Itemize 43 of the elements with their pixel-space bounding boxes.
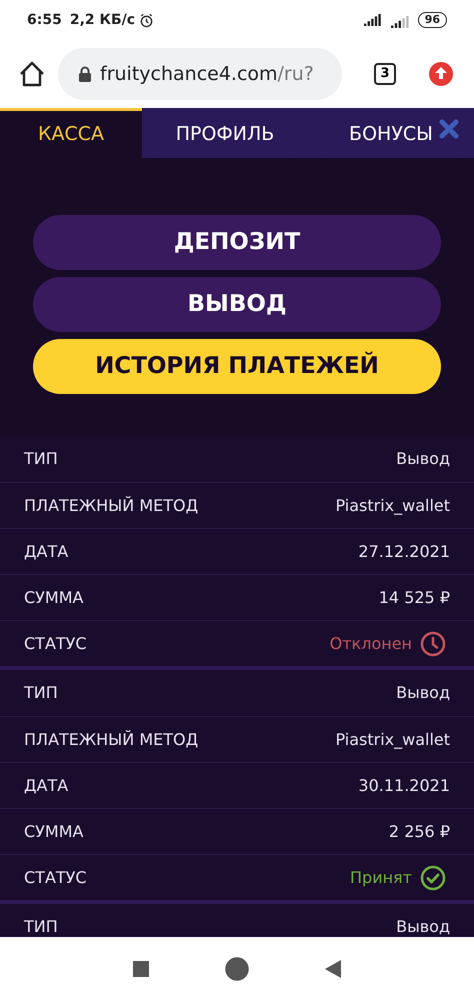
upload-icon[interactable] [428, 61, 454, 87]
alarm-icon [139, 12, 154, 28]
field-label: ТИП [24, 916, 58, 937]
recents-icon[interactable] [133, 960, 149, 976]
menu-button[interactable]: ДЕПОЗИТ [33, 215, 441, 270]
field-label: ТИП [24, 448, 58, 470]
field-value: 14 525 ₽ [378, 586, 450, 608]
field-value: 2 256 ₽ [388, 820, 450, 842]
url-text: fruitychance4.com/ru? [100, 62, 314, 87]
menu-button[interactable]: ИСТОРИЯ ПЛАТЕЖЕЙ [33, 339, 441, 394]
field-value: Вывод [396, 448, 450, 470]
field-label: ДАТА [24, 774, 68, 796]
field-label: ТИП [24, 682, 58, 704]
tab-count[interactable]: 3 [374, 63, 396, 85]
close-icon[interactable] [438, 118, 460, 140]
status-text: Отклонен [330, 632, 412, 654]
clock-time: 6:55 [27, 10, 62, 30]
back-icon[interactable] [325, 960, 341, 978]
home-icon[interactable] [18, 60, 46, 88]
field-value: 27.12.2021 [358, 540, 450, 562]
field-label: СТАТУС [24, 866, 87, 888]
field-label: СТАТУС [24, 632, 87, 654]
field-value: Вывод [396, 682, 450, 704]
address-bar[interactable]: fruitychance4.com/ru? [58, 48, 342, 100]
menu-button[interactable]: ВЫВОД [33, 277, 441, 332]
field-value: Piastrix_wallet [335, 728, 450, 751]
clock-icon [420, 630, 446, 656]
field-label: ПЛАТЕЖНЫЙ МЕТОД [24, 494, 198, 516]
field-value: Piastrix_wallet [335, 494, 450, 517]
field-label: СУММА [24, 820, 84, 842]
battery-level: 96 [418, 12, 447, 28]
lock-icon [78, 66, 92, 82]
field-label: СУММА [24, 586, 84, 608]
check-icon [420, 864, 446, 890]
field-value: Вывод [396, 916, 450, 937]
field-label: ДАТА [24, 540, 68, 562]
home-button-icon[interactable] [225, 956, 249, 980]
tab[interactable]: КАССА [0, 108, 142, 158]
status-text: Принят [350, 866, 412, 888]
field-label: ПЛАТЕЖНЫЙ МЕТОД [24, 728, 198, 750]
signal-icon [364, 14, 382, 26]
field-value: 30.11.2021 [358, 774, 450, 796]
network-speed: 2,2 КБ/с [70, 10, 136, 30]
